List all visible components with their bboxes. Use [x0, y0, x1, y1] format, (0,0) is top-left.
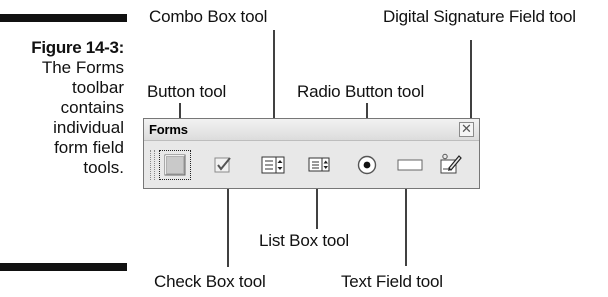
text-field-tool-label: Text Field tool — [341, 272, 443, 291]
radio-button-tool-icon — [357, 155, 377, 175]
text-field-tool[interactable] — [394, 150, 426, 180]
digital-signature-field-tool-icon — [440, 153, 462, 174]
close-icon[interactable]: ✕ — [459, 122, 474, 137]
button-tool-label: Button tool — [147, 82, 227, 101]
check-box-tool-icon — [214, 157, 231, 173]
figure-caption: Figure 14-3: The Forms toolbar contains … — [0, 38, 124, 178]
combo-box-tool-label: Combo Box tool — [149, 7, 268, 26]
text-field-tool-icon — [397, 159, 423, 171]
digital-signature-field-tool[interactable] — [435, 150, 467, 180]
toolbar-grip-handle[interactable] — [150, 150, 155, 180]
list-box-tool[interactable] — [303, 150, 335, 180]
combo-box-tool[interactable] — [257, 150, 289, 180]
toolbar-title: Forms — [149, 122, 188, 137]
check-box-tool-label: Check Box tool — [154, 272, 266, 291]
list-box-tool-label: List Box tool — [259, 231, 350, 250]
button-tool[interactable] — [159, 150, 191, 180]
figure-caption-text: The Forms toolbar contains individual fo… — [41, 58, 124, 177]
list-box-tool-icon — [308, 157, 330, 172]
radio-button-tool[interactable] — [351, 150, 383, 180]
bottom-rule — [0, 263, 127, 271]
combo-box-tool-icon — [261, 156, 285, 174]
check-box-tool[interactable] — [207, 150, 239, 180]
figure-number: Figure 14-3: — [31, 38, 124, 57]
toolbar-titlebar[interactable]: Forms ✕ — [144, 119, 479, 141]
forms-toolbar: Forms ✕ — [143, 118, 480, 189]
top-rule — [0, 14, 127, 22]
digital-signature-field-tool-label: Digital Signature Field tool — [383, 7, 576, 26]
button-tool-icon — [164, 154, 186, 176]
radio-button-tool-label: Radio Button tool — [297, 82, 425, 101]
